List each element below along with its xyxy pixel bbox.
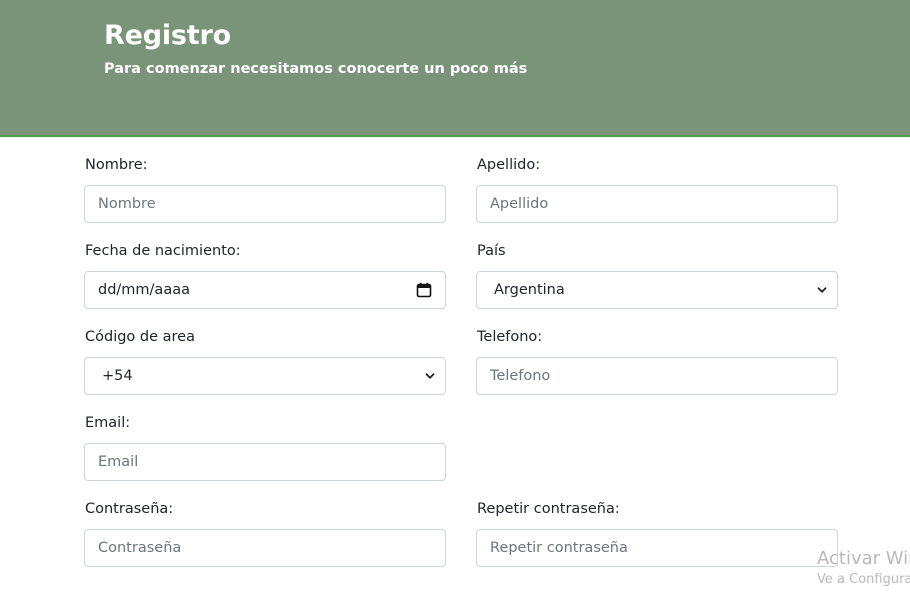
email-label: Email:: [85, 415, 131, 431]
apellido-input[interactable]: [476, 185, 838, 223]
page-title: Registro: [104, 20, 231, 51]
page-header: Registro Para comenzar necesitamos conoc…: [0, 0, 910, 137]
nombre-input[interactable]: [84, 185, 446, 223]
pais-label: País: [477, 243, 506, 259]
chevron-down-icon: [425, 373, 435, 379]
telefono-label: Telefono:: [477, 329, 543, 345]
telefono-input[interactable]: [476, 357, 838, 395]
watermark-line-2: Ve a Configura: [817, 572, 910, 587]
activation-watermark: Activar Win Ve a Configura: [817, 547, 910, 589]
contrasena-input[interactable]: [84, 529, 446, 567]
page-subtitle: Para comenzar necesitamos conocerte un p…: [104, 61, 528, 77]
codigo-selected-value: +54: [102, 368, 133, 384]
chevron-down-icon: [817, 287, 827, 293]
watermark-line-1: Activar Win: [817, 548, 910, 569]
calendar-icon[interactable]: [416, 282, 432, 298]
codigo-area-select[interactable]: +54: [84, 357, 446, 395]
repetir-contrasena-input[interactable]: [476, 529, 838, 567]
apellido-label: Apellido:: [477, 157, 541, 173]
codigo-area-label: Código de area: [85, 329, 195, 345]
email-input[interactable]: [84, 443, 446, 481]
fecha-label: Fecha de nacimiento:: [85, 243, 241, 259]
fecha-nacimiento-input[interactable]: dd/mm/aaaa: [84, 271, 446, 309]
nombre-label: Nombre:: [85, 157, 148, 173]
pais-selected-value: Argentina: [494, 282, 565, 298]
fecha-value: dd/mm/aaaa: [98, 282, 190, 298]
repetir-contrasena-label: Repetir contraseña:: [477, 501, 620, 517]
contrasena-label: Contraseña:: [85, 501, 174, 517]
pais-select[interactable]: Argentina: [476, 271, 838, 309]
